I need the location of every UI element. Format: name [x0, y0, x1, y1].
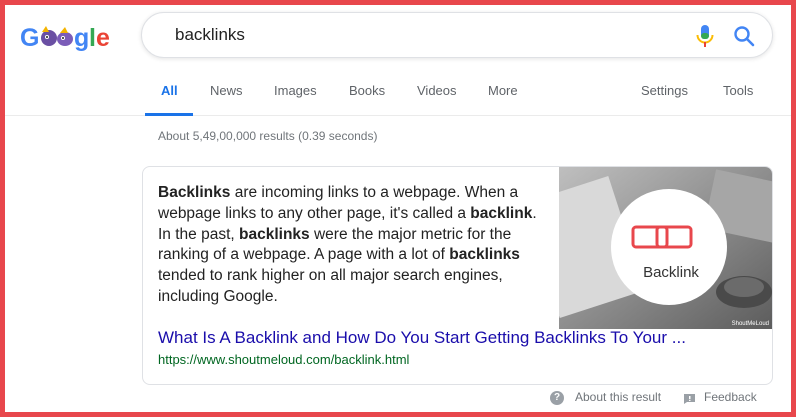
tab-all[interactable]: All	[161, 83, 178, 98]
tab-images[interactable]: Images	[274, 83, 317, 98]
snippet-image[interactable]: Backlink ShoutMeLoud	[559, 167, 772, 329]
backlink-thumbnail: Backlink ShoutMeLoud	[559, 167, 772, 329]
mic-icon[interactable]	[694, 24, 716, 48]
google-doodle-logo: G g l e	[20, 24, 110, 52]
svg-text:g: g	[74, 24, 89, 52]
feedback-icon[interactable]	[683, 392, 696, 404]
tab-tools[interactable]: Tools	[723, 83, 753, 98]
tab-settings[interactable]: Settings	[641, 83, 688, 98]
snippet-bold-term: Backlinks	[158, 184, 231, 201]
snippet-bold-term: backlinks	[449, 246, 520, 264]
featured-snippet-card: Backlinks are incoming links to a webpag…	[142, 166, 773, 385]
tab-news[interactable]: News	[210, 83, 243, 98]
snippet-text-segment: tended to rank higher on all major searc…	[158, 267, 503, 305]
result-url: https://www.shoutmeloud.com/backlink.htm…	[158, 352, 410, 367]
tab-videos[interactable]: Videos	[417, 83, 457, 98]
snippet-bold-term: backlinks	[239, 225, 310, 243]
svg-text:G: G	[20, 24, 39, 52]
tab-more[interactable]: More	[488, 83, 518, 98]
search-input[interactable]: backlinks	[175, 25, 245, 45]
result-stats: About 5,49,00,000 results (0.39 seconds)	[158, 129, 378, 143]
image-credit: ShoutMeLoud	[732, 321, 769, 327]
search-tabs: All News Images Books Videos More Settin…	[0, 70, 796, 116]
about-this-result-link[interactable]: About this result	[575, 390, 661, 404]
google-logo[interactable]: G g l e	[20, 22, 115, 52]
snippet-bold-term: backlink	[470, 204, 533, 222]
feedback-link[interactable]: Feedback	[704, 390, 757, 404]
active-tab-indicator	[145, 113, 193, 116]
search-box[interactable]: backlinks	[141, 12, 773, 58]
thumbnail-label: Backlink	[643, 264, 699, 281]
result-title-link[interactable]: What Is A Backlink and How Do You Start …	[158, 328, 686, 348]
search-icon[interactable]	[732, 24, 756, 48]
doodle-mascot-icon	[41, 26, 73, 46]
svg-text:e: e	[96, 24, 110, 52]
tab-books[interactable]: Books	[349, 83, 385, 98]
svg-text:l: l	[89, 24, 96, 52]
snippet-text: Backlinks are incoming links to a webpag…	[158, 183, 548, 308]
help-icon[interactable]: ?	[550, 391, 564, 405]
